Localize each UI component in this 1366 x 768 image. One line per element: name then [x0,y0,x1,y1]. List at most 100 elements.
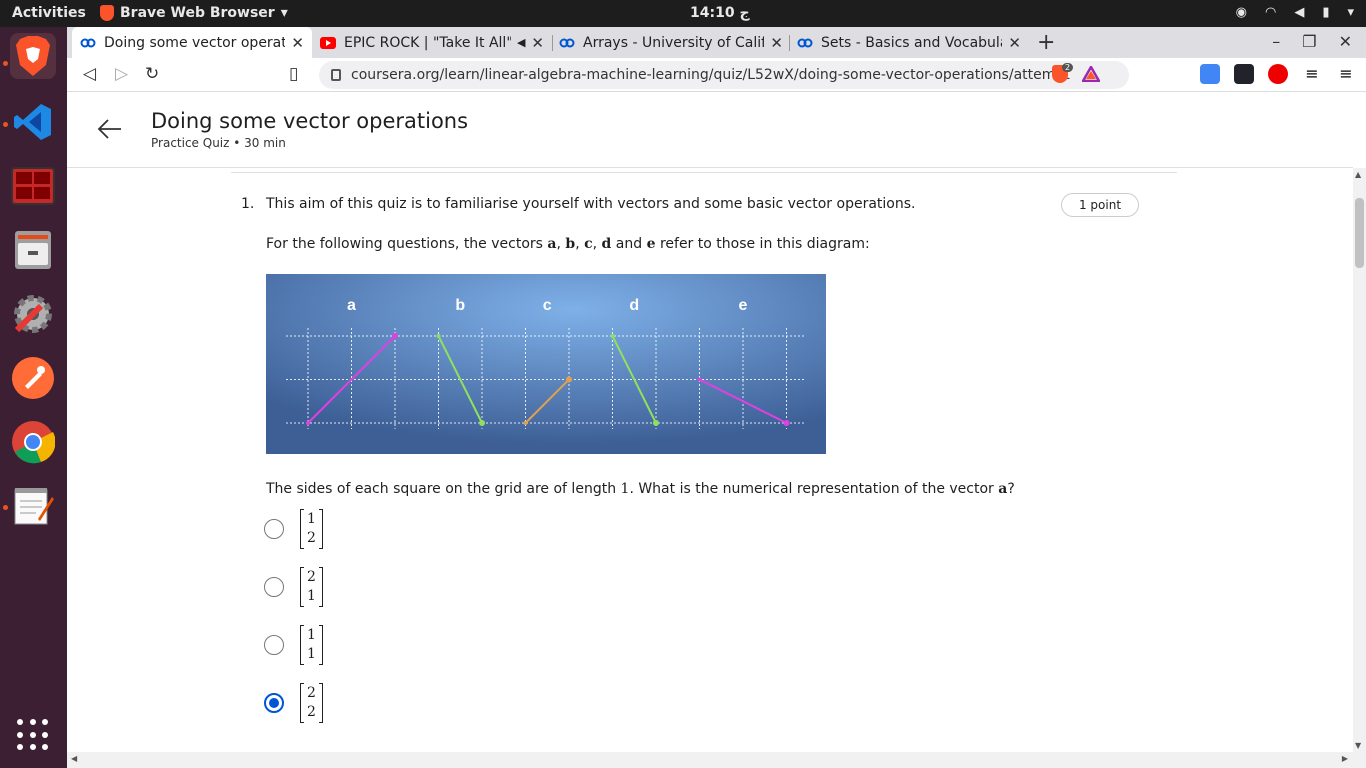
radio-button[interactable] [264,577,284,597]
tab-arrays[interactable]: Arrays - University of Califo ✕ [551,27,791,58]
restore-icon[interactable]: ❐ [1302,32,1316,51]
diagram-label-a: a [347,297,356,314]
settings-launcher[interactable] [10,291,56,337]
question-intro: This aim of this quiz is to familiarise … [266,196,916,212]
system-menu-dropdown-icon[interactable]: ▾ [1347,5,1354,20]
brave-icon [16,36,50,76]
address-bar[interactable]: coursera.org/learn/linear-algebra-machin… [319,61,1129,89]
close-tab-icon[interactable]: ✕ [531,34,544,52]
diagram-label-d: d [629,297,639,314]
tab-title: Sets - Basics and Vocabular [821,34,1003,51]
scroll-right-icon[interactable]: ▶ [1342,754,1348,763]
system-top-bar: Activities Brave Web Browser ▾ 14:10 ج ◉… [0,0,1366,27]
radio-button[interactable] [264,635,284,655]
menu-icon[interactable]: ≡ [1336,64,1356,84]
react-devtools-icon[interactable] [1234,64,1254,84]
postman-launcher[interactable] [10,355,56,401]
instr-post: refer to those in this diagram: [655,236,870,252]
forward-icon[interactable]: ▷ [115,64,128,84]
ublock-icon[interactable] [1268,64,1288,84]
lock-icon [331,69,341,81]
text-editor-launcher[interactable] [10,483,56,529]
q2-mid: . What is the numerical representation o… [629,481,999,497]
tab-doing-vector-ops[interactable]: Doing some vector operati ✕ [72,27,312,58]
column-vector: 11 [300,625,323,665]
wifi-icon[interactable]: ◠ [1265,5,1276,20]
clock[interactable]: 14:10 ج [690,5,750,21]
scroll-left-icon[interactable]: ◀ [71,754,77,763]
vector-label: c [584,236,593,252]
scroll-thumb[interactable] [1355,198,1364,268]
close-window-icon[interactable]: ✕ [1339,32,1352,51]
vertical-scrollbar[interactable]: ▲ ▼ [1353,168,1366,752]
brave-shields-icon[interactable]: 2 [1052,63,1074,83]
reload-icon[interactable]: ↻ [145,64,159,84]
activities-button[interactable]: Activities [12,5,86,21]
new-tab-button[interactable]: + [1037,30,1055,55]
vector-label: b [565,236,576,252]
instr-pre: For the following questions, the vectors [266,236,548,252]
bookmark-icon[interactable]: ▯ [289,64,298,84]
show-applications-button[interactable] [17,719,49,751]
close-tab-icon[interactable]: ✕ [770,34,783,52]
extensions: ≡ ≡ [1200,64,1356,84]
radio-button-selected[interactable] [264,693,284,713]
answer-option-1[interactable]: 12 [264,509,323,549]
app-menu[interactable]: Brave Web Browser ▾ [100,5,288,21]
vscode-icon [14,104,51,140]
page-title: Doing some vector operations [151,109,469,133]
discord-icon[interactable]: ◉ [1236,5,1247,20]
brave-launcher[interactable] [10,33,56,79]
shield-count-badge: 2 [1062,63,1074,72]
postman-icon [12,357,54,399]
q2-pre: The sides of each square on the grid are… [266,481,621,497]
browser-toolbar: ◁ ▷ ↻ ▯ coursera.org/learn/linear-algebr… [67,58,1366,92]
tab-sets[interactable]: Sets - Basics and Vocabular ✕ [789,27,1029,58]
answer-option-2[interactable]: 21 [264,567,323,607]
close-tab-icon[interactable]: ✕ [1008,34,1021,52]
scroll-up-icon[interactable]: ▲ [1355,170,1361,179]
instr-and: and [615,236,643,252]
vector-b-tail [436,334,441,338]
radio-button[interactable] [264,519,284,539]
battery-icon[interactable]: ▮ [1322,5,1329,20]
brave-lion-icon [100,5,114,21]
tab-epic-rock[interactable]: EPIC ROCK | "Take It All" ◀ ✕ [312,27,552,58]
vector-d-tail [610,334,615,338]
vscode-launcher[interactable] [10,99,56,145]
chrome-launcher[interactable] [10,419,56,465]
system-tray[interactable]: ◉ ◠ ◀ ▮ ▾ [1236,5,1354,20]
answer-option-3[interactable]: 11 [264,625,323,665]
quiz-header: Doing some vector operations Practice Qu… [67,92,1353,168]
dock [0,27,67,768]
terminal-launcher[interactable] [10,163,56,209]
vector-label: e [646,236,656,252]
gear-wrench-icon [14,295,52,333]
brave-rewards-icon[interactable] [1082,66,1100,82]
close-tab-icon[interactable]: ✕ [291,34,304,52]
file-cabinet-icon [15,231,51,269]
files-launcher[interactable] [10,227,56,273]
media-queue-icon[interactable]: ≡ [1302,64,1322,84]
vector-c-tail [523,421,528,425]
points-badge: 1 point [1061,193,1139,217]
vector-b-head [479,420,485,426]
column-vector: 21 [300,567,323,607]
translate-icon[interactable] [1200,64,1220,84]
vector-c-head [566,376,572,383]
speaker-icon[interactable]: ◀ [517,36,525,49]
tab-title: EPIC ROCK | "Take It All" [344,34,511,51]
back-icon[interactable]: ◁ [83,64,96,84]
shield-area: 2 [1052,63,1100,83]
scroll-down-icon[interactable]: ▼ [1355,741,1361,750]
chrome-icon [12,421,55,464]
horizontal-scrollbar[interactable]: ◀ ▶ [67,752,1366,768]
column-vector: 12 [300,509,323,549]
vector-a-head [392,333,398,339]
back-arrow-icon[interactable] [95,114,125,144]
minimize-icon[interactable]: – [1272,32,1280,51]
question-instructions: For the following questions, the vectors… [266,236,870,252]
volume-icon[interactable]: ◀ [1294,5,1304,20]
terminal-icon [11,167,55,205]
answer-option-4[interactable]: 22 [264,683,323,723]
